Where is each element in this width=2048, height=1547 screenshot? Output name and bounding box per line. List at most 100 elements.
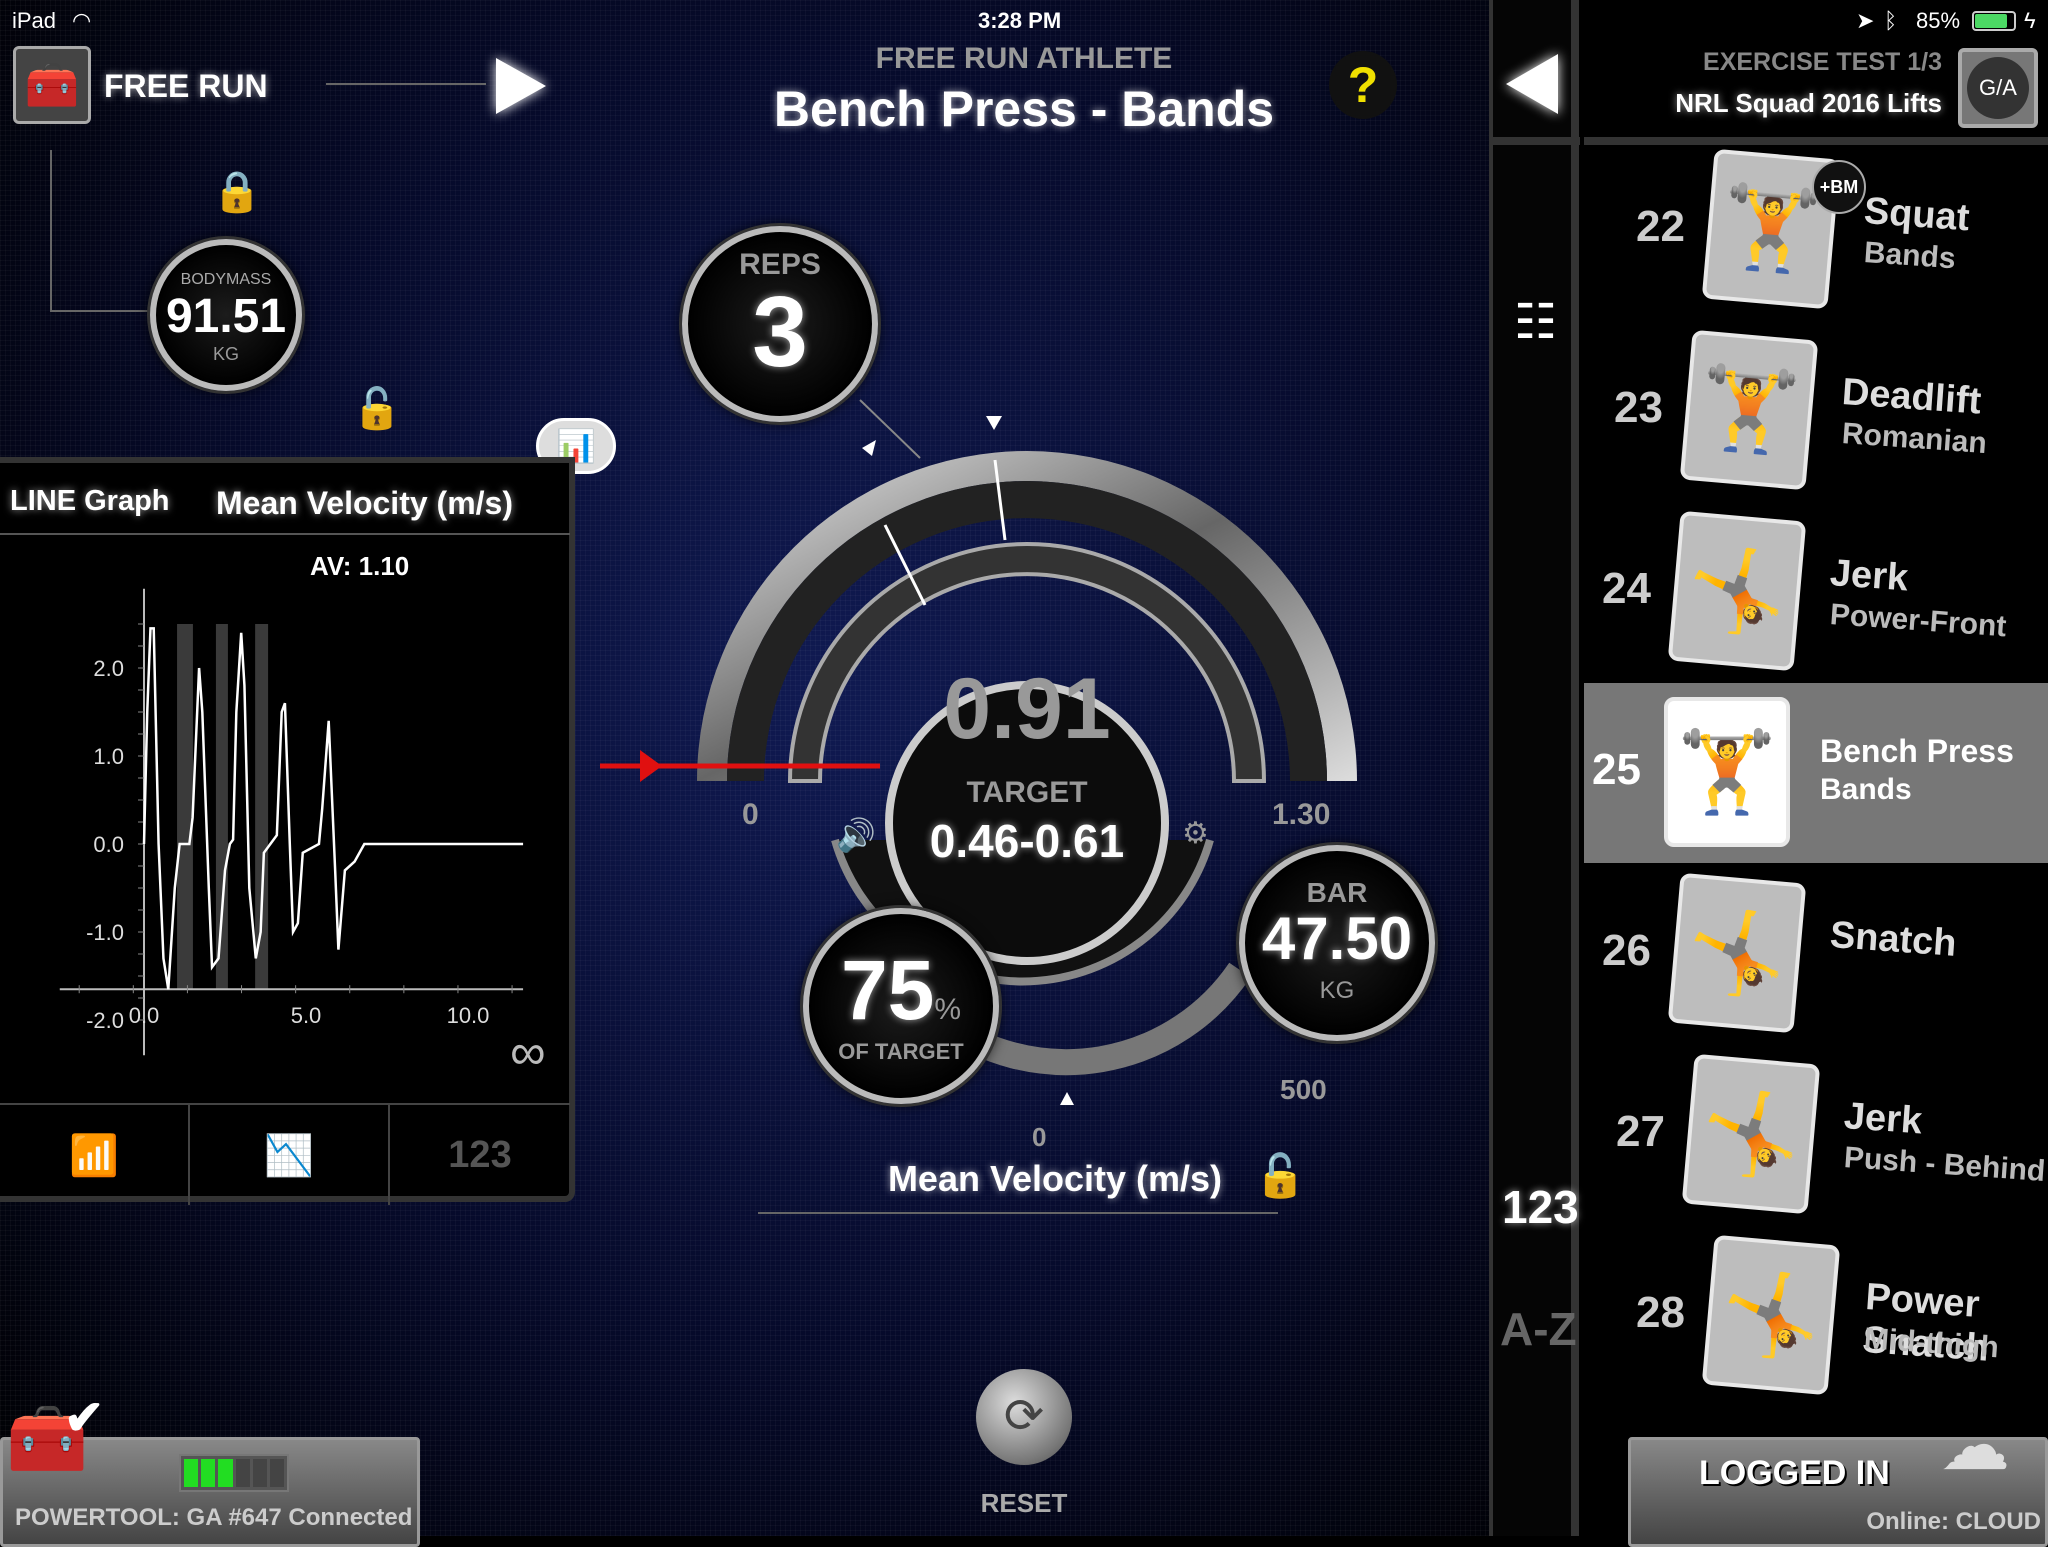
battery-cell — [235, 1459, 250, 1487]
sort-alpha-button[interactable]: A-Z — [1500, 1302, 1577, 1356]
battery-cell — [201, 1459, 216, 1487]
exercise-icon: 🤸 — [1681, 1053, 1821, 1215]
x-tick-label: 0.0 — [129, 1003, 160, 1028]
exercise-icon: 🏋 — [1679, 329, 1819, 491]
line-chart: 2.01.00.0-1.0-2.0 0.0 5.0 10.0 — [59, 588, 524, 1056]
exercise-number: 26 — [1602, 926, 1651, 975]
exercise-item[interactable]: 28 🤸 Power Snatch Mid-thigh — [1584, 1226, 2048, 1406]
sort-numeric-button[interactable]: 123 — [1502, 1180, 1579, 1234]
marker-icon — [862, 440, 876, 456]
next-arrow-button[interactable] — [496, 58, 546, 114]
battery-icon — [1972, 11, 2016, 31]
exercise-icon: 🏋 — [1664, 697, 1790, 847]
unlock-icon[interactable]: 🔓 — [352, 385, 402, 432]
reps-value: 3 — [752, 276, 808, 388]
charging-icon: ϟ — [2024, 8, 2036, 33]
bar-scale-min: 0 — [1032, 1122, 1047, 1152]
exercise-item[interactable]: 25 🏋 Bench Press Bands — [1584, 683, 2048, 863]
bodymass-label: BODYMASS — [180, 271, 272, 288]
divider — [758, 1212, 1278, 1214]
exercise-number: 27 — [1616, 1107, 1665, 1156]
exercise-item[interactable]: 24 🤸 Jerk Power-Front — [1584, 502, 2048, 682]
logged-in-label: LOGGED IN — [1699, 1454, 1890, 1492]
athlete-avatar[interactable]: G/A — [1958, 48, 2038, 128]
bar-scale-max: 500 — [1280, 1074, 1327, 1105]
battery-percent: 85% — [1916, 8, 1961, 33]
sound-icon[interactable]: 🔊 — [836, 816, 876, 854]
reps-counter: REPS 3 — [682, 226, 878, 422]
exercise-variant: Bands — [1862, 236, 1957, 276]
infinity-toggle[interactable]: ∞ — [510, 1023, 546, 1081]
x-tick-label: 10.0 — [447, 1003, 490, 1028]
needle-marker — [640, 750, 662, 782]
line-chart-icon: 📉 — [264, 1133, 314, 1178]
exercise-number: 25 — [1592, 745, 1641, 794]
location-icon: ➤ — [1856, 8, 1875, 33]
gauge-metric-label[interactable]: Mean Velocity (m/s) — [860, 1158, 1250, 1200]
bar-unit: KG — [1319, 977, 1355, 1004]
rep-highlight — [177, 624, 193, 990]
velocity-value: 0.91 — [943, 661, 1111, 757]
exercise-icon: 🤸 — [1667, 872, 1807, 1034]
y-tick-label: 1.0 — [93, 744, 124, 769]
bar-weight[interactable]: BAR 47.50 KG — [1239, 845, 1435, 1041]
help-button[interactable]: ? — [1329, 51, 1397, 119]
exercise-item[interactable]: 22 🏋 Squat Bands +BM — [1584, 140, 2048, 320]
scale-max: 1.30 — [1272, 798, 1331, 831]
velocity-series-line — [142, 627, 524, 990]
bodymass-unit: KG — [212, 344, 239, 364]
device-battery-indicator — [179, 1454, 289, 1492]
back-arrow-button[interactable] — [1506, 54, 1558, 114]
marker-icon — [986, 416, 1002, 430]
unlock-icon[interactable]: 🔓 — [1254, 1152, 1306, 1201]
x-tick-label: 5.0 — [291, 1003, 322, 1028]
battery-cell — [252, 1459, 267, 1487]
bluetooth-icon: ᛒ — [1884, 8, 1898, 33]
rep-highlight — [215, 624, 228, 990]
battery-cell — [269, 1459, 285, 1487]
reset-button[interactable]: ⟳ — [976, 1369, 1072, 1465]
y-tick-label: 2.0 — [93, 656, 124, 681]
avatar-initials: G/A — [1967, 57, 2029, 119]
percent-value: 75 — [840, 943, 935, 1037]
lock-icon[interactable]: 🔒 — [212, 168, 262, 215]
exercise-name: Squat — [1862, 190, 1971, 240]
line-chart-tab[interactable]: 📉 — [190, 1105, 390, 1205]
exercise-name: Jerk — [1842, 1095, 1924, 1143]
y-tick-label: -2.0 — [86, 1008, 124, 1033]
rep-highlight — [255, 624, 269, 990]
exercise-name: Jerk — [1828, 552, 1910, 600]
program-name: NRL Squad 2016 Lifts — [1675, 88, 1942, 118]
list-view-icon[interactable]: ☷ — [1514, 294, 1557, 350]
exercise-item[interactable]: 23 🏋 Deadlift Romanian — [1584, 321, 2048, 501]
settings-icon[interactable]: ⚙ — [1182, 816, 1209, 851]
wifi-icon: ◠ — [72, 8, 92, 33]
divider — [326, 83, 486, 85]
online-status: Online: CLOUD — [1866, 1508, 2041, 1535]
exercise-item[interactable]: 27 🤸 Jerk Push - Behind — [1584, 1045, 2048, 1225]
page-title: Bench Press - Bands — [773, 81, 1275, 137]
numeric-tab[interactable]: 123 — [390, 1105, 570, 1205]
bar-value: 47.50 — [1261, 905, 1413, 972]
reset-label[interactable]: RESET — [964, 1488, 1084, 1519]
exercise-variant: Romanian — [1840, 417, 1988, 461]
exercise-item[interactable]: 26 🤸 Snatch — [1584, 864, 2048, 1044]
bodymass-gauge[interactable]: BODYMASS 91.51 KG — [150, 239, 302, 391]
target-range[interactable]: 0.46-0.61 — [880, 814, 1174, 868]
bodymass-badge: +BM — [1812, 160, 1866, 214]
y-tick-label: 0.0 — [93, 832, 124, 857]
exercise-number: 22 — [1636, 202, 1685, 251]
battery-cell — [218, 1459, 233, 1487]
device-name: iPad — [12, 8, 57, 33]
exercise-name: Snatch — [1828, 914, 1958, 965]
cloud-check-icon: ☁ — [1940, 1406, 2010, 1484]
bar-chart-icon: 📶 — [69, 1133, 119, 1178]
percent-of-target: 75% OF TARGET — [803, 908, 999, 1104]
exercise-variant: Push - Behind — [1842, 1141, 2047, 1189]
exercise-icon: 🤸 — [1667, 510, 1807, 672]
page-subtitle: FREE RUN ATHLETE — [875, 42, 1173, 75]
bar-chart-tab[interactable]: 📶 — [0, 1105, 190, 1205]
powertool-status: POWERTOOL: GA #647 Connected — [15, 1504, 413, 1531]
exercise-number: 23 — [1614, 383, 1663, 432]
powertool-device-icon[interactable]: 🧰 — [13, 46, 91, 124]
